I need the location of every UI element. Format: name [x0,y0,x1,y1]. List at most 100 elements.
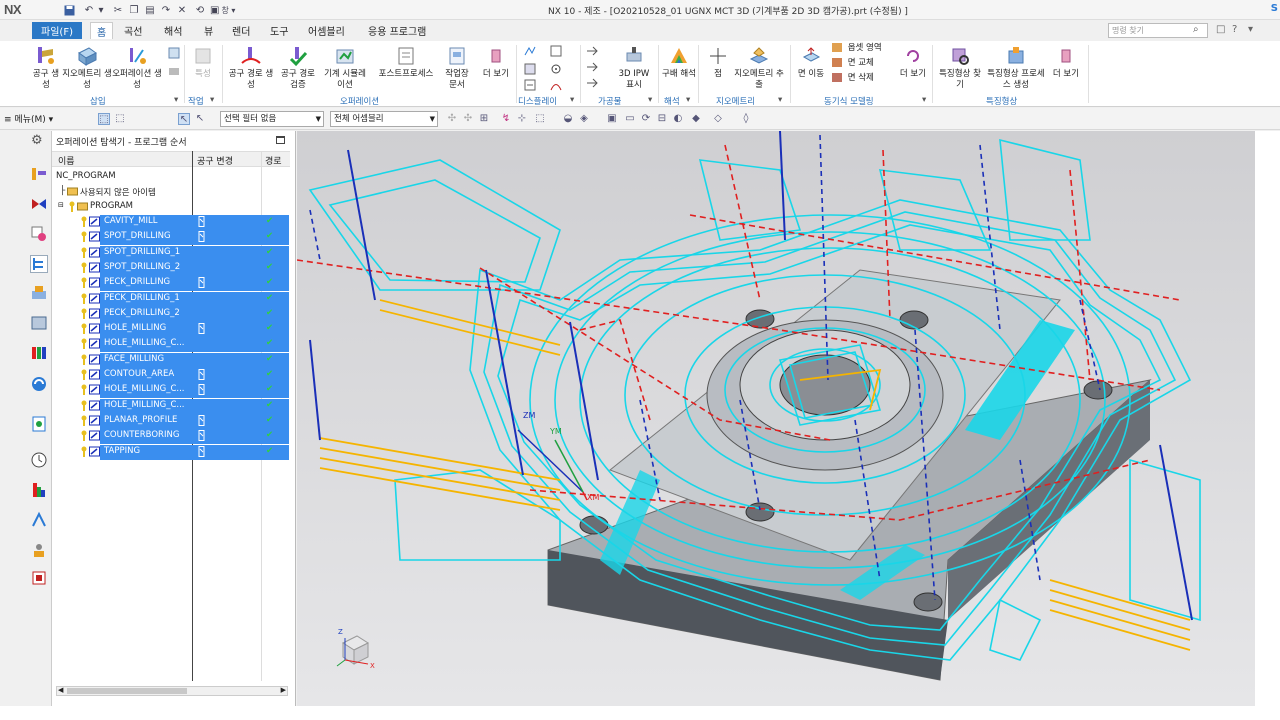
tab-assemblies[interactable]: 어셈블리 [302,22,351,39]
display-point-icon[interactable] [550,63,562,75]
cut-icon[interactable]: ✂ [111,3,125,17]
ribbon-options-icon[interactable]: ▾ [1248,24,1253,35]
repeat-command-icon[interactable]: ⟲ [193,3,207,17]
tab-file[interactable]: 파일(F) [32,22,82,39]
operation-row[interactable]: TAPPING ✔ [52,444,290,460]
edge-style-icon[interactable]: ◆ [690,113,702,125]
group-workpiece-dropdown-icon[interactable]: ▾ [648,95,652,105]
filter-mode-icon[interactable]: ↖ [178,113,190,125]
operation-row[interactable]: COUNTERBORING ✔ [52,429,290,445]
process-studio-icon[interactable] [30,511,48,529]
tab-home[interactable]: 홈 [90,22,114,39]
workpiece-icon-3[interactable] [586,77,598,89]
snap-point-icon[interactable]: ↯ [500,113,512,125]
create-tool-button[interactable]: 공구 생성 [30,45,62,91]
view-orient-icon[interactable]: ◇ [712,113,724,125]
part-navigator-icon[interactable] [30,313,48,331]
display-object-icon[interactable] [550,45,562,57]
select-assembly-icon[interactable]: ⬚ [114,113,126,125]
group-display-dropdown-icon[interactable]: ▾ [570,95,574,105]
machine-simulation-button[interactable]: 기계 시뮬레이션 [322,45,368,91]
operation-row[interactable]: HOLE_MILLING_C... ✔ [52,337,290,353]
search-icon[interactable]: ⌕ [1193,24,1199,35]
menu-button[interactable]: ≡ 메뉴(M) ▾ [4,112,53,125]
tab-curve[interactable]: 곡선 [118,22,148,39]
shaded-icon[interactable]: ◒ [562,113,574,125]
cube-view-icon[interactable]: ◈ [578,113,590,125]
operation-row[interactable]: PECK_DRILLING_1 ✔ [52,291,290,307]
tree-node-unused-items[interactable]: ├ 사용되지 않은 아이템 [52,185,290,200]
offset-region-button[interactable]: 옵셋 영역 [832,43,892,54]
pan-icon[interactable]: ⊟ [656,113,668,125]
reuse-library-icon[interactable] [30,343,48,361]
assembly-navigator-icon[interactable] [30,283,48,301]
group-analysis-dropdown-icon[interactable]: ▾ [686,95,690,105]
operation-row[interactable]: SPOT_DRILLING ✔ [52,230,290,246]
display-hide-icon[interactable] [524,63,536,75]
operation-row[interactable]: PLANAR_PROFILE ✔ [52,413,290,429]
draft-analysis-button[interactable]: 구배 해석 [662,45,696,80]
column-header-path[interactable]: 경로 [265,154,282,167]
operation-row[interactable]: SPOT_DRILLING_2 ✔ [52,260,290,276]
window-restore-icon[interactable]: □ [1216,24,1225,35]
graphics-window[interactable]: ZM YM XM Z X [297,131,1255,706]
postprocess-button[interactable]: 포스트프로세스 [370,45,442,80]
tree-node-nc-program[interactable]: NC_PROGRAM [52,170,290,185]
more-operation-button[interactable]: 더 보기 [478,45,514,80]
show-3d-ipw-button[interactable]: 3D IPW 표시 [614,45,654,91]
operation-row[interactable]: CONTOUR_AREA ✔ [52,368,290,383]
display-toolpath-icon[interactable] [524,45,536,57]
move-face-button[interactable]: 면 이동 [794,45,828,80]
operation-row[interactable]: PECK_DRILLING ✔ [52,276,290,292]
roles-icon[interactable] [30,541,48,559]
create-operation-button[interactable]: 오퍼레이션 생성 [112,45,162,91]
verify-toolpath-button[interactable]: 공구 경로 검증 [276,45,320,91]
create-geometry-button[interactable]: 지오메트리 생성 [62,45,112,91]
workpiece-icon-2[interactable] [586,61,598,73]
horizontal-scrollbar[interactable]: ◀ ▶ [56,686,288,696]
more-feature-button[interactable]: 더 보기 [1048,45,1084,80]
machine-tool-view-icon[interactable] [30,165,48,183]
settings-gear-icon[interactable]: ⚙ [31,133,49,151]
more-sync-button[interactable]: 더 보기 [896,45,930,80]
snap-icon[interactable]: ✣ [446,113,458,125]
rotate-icon[interactable]: ⟳ [640,113,652,125]
history-icon[interactable] [30,415,48,433]
properties-button[interactable]: 특성 [188,45,218,80]
tree-node-program[interactable]: ⊟ PROGRAM [52,200,290,215]
snap-2-icon[interactable]: ✣ [462,113,474,125]
selection-scope-dropdown[interactable]: 전체 어셈블리 ▼ [330,111,438,127]
filter-mode-2-icon[interactable]: ↖ [194,113,206,125]
tab-render[interactable]: 렌더 [226,22,256,39]
redo-icon[interactable]: ↷ [159,3,173,17]
scroll-right-icon[interactable]: ▶ [281,686,286,694]
insert-extra-2-icon[interactable] [168,65,180,77]
find-feature-button[interactable]: 특징형상 찾기 [936,45,984,91]
operation-row[interactable]: FACE_MILLING ✔ [52,352,290,368]
operation-row[interactable]: SPOT_DRILLING_1 ✔ [52,245,290,261]
select-filter-icon[interactable]: ⊞ [478,113,490,125]
tab-tools[interactable]: 도구 [264,22,294,39]
view-section-icon[interactable]: ◊ [740,113,752,125]
copy-icon[interactable]: ❐ [127,3,141,17]
insert-extra-icon[interactable] [168,47,180,59]
replace-face-button[interactable]: 면 교체 [832,58,892,69]
point-button[interactable]: 점 [704,45,732,80]
feature-process-button[interactable]: 특징형상 프로세스 생성 [986,45,1046,91]
delete-face-button[interactable]: 면 삭제 [832,73,892,84]
operation-row[interactable]: HOLE_MILLING_C... ✔ [52,398,290,414]
operation-row[interactable]: CAVITY_MILL ✔ [52,215,290,230]
column-header-tool-change[interactable]: 공구 변경 [197,154,233,167]
display-curve-icon[interactable] [550,79,562,91]
window-menu[interactable]: ▣ 창 ▾ [210,3,250,17]
extract-geometry-button[interactable]: 지오메트리 추출 [734,45,784,91]
operation-navigator-icon[interactable] [30,255,48,273]
operation-row[interactable]: HOLE_MILLING ✔ [52,322,290,338]
zoom-icon[interactable]: ▭ [624,113,636,125]
scroll-left-icon[interactable]: ◀ [58,686,63,694]
maximize-panel-icon[interactable] [276,136,285,144]
group-geometry-dropdown-icon[interactable]: ▾ [778,95,782,105]
save-icon[interactable] [62,3,76,17]
paste-icon[interactable]: ▤ [143,3,157,17]
geometry-view-icon[interactable] [30,195,48,213]
